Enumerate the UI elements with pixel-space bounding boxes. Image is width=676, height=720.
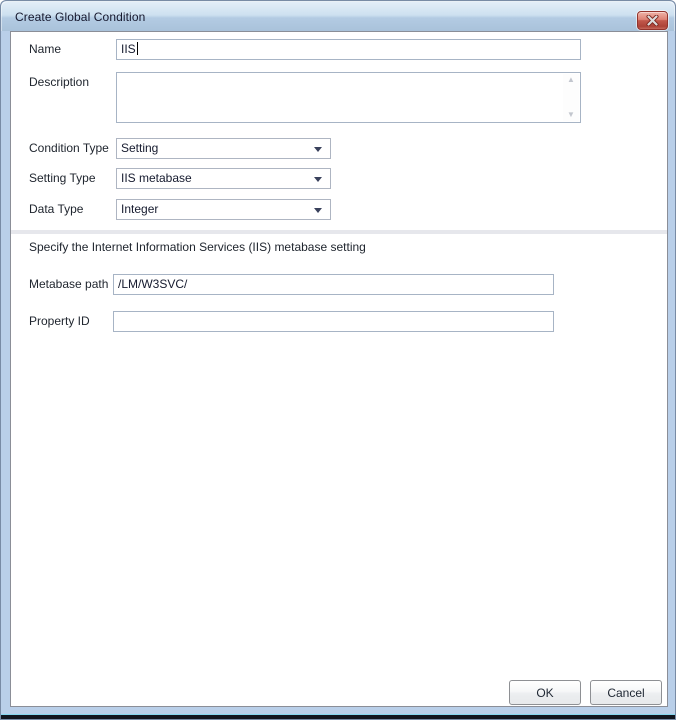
name-input[interactable]: IIS	[116, 39, 581, 60]
close-button[interactable]	[637, 11, 668, 30]
close-icon	[646, 15, 659, 26]
data-type-value: Integer	[121, 202, 158, 216]
setting-type-dropdown[interactable]: IIS metabase	[116, 168, 331, 189]
chevron-down-icon	[314, 147, 322, 152]
cancel-button[interactable]: Cancel	[590, 680, 662, 705]
property-id-input[interactable]	[113, 311, 554, 332]
titlebar[interactable]: Create Global Condition	[1, 1, 675, 31]
description-label: Description	[29, 72, 89, 93]
scroll-down-icon[interactable]: ▼	[567, 111, 575, 119]
chevron-down-icon	[314, 208, 322, 213]
data-type-dropdown[interactable]: Integer	[116, 199, 331, 220]
create-global-condition-dialog: Create Global Condition Name IIS Descrip…	[0, 0, 676, 720]
metabase-path-label: Metabase path	[29, 274, 108, 295]
property-id-label: Property ID	[29, 311, 90, 332]
setting-type-label: Setting Type	[29, 168, 96, 189]
name-input-value: IIS	[121, 42, 136, 56]
window-bottom-edge	[1, 714, 675, 719]
condition-type-value: Setting	[121, 141, 158, 155]
condition-type-label: Condition Type	[29, 138, 109, 159]
data-type-label: Data Type	[29, 199, 83, 220]
metabase-path-input[interactable]: /LM/W3SVC/	[113, 274, 554, 295]
metabase-path-value: /LM/W3SVC/	[118, 277, 187, 291]
ok-button[interactable]: OK	[509, 680, 581, 705]
text-caret	[137, 42, 138, 55]
description-input[interactable]: ▲ ▼	[116, 72, 581, 123]
section-divider	[11, 230, 667, 234]
dialog-body: Name IIS Description ▲ ▼ Condition Type …	[10, 31, 668, 707]
window-title: Create Global Condition	[15, 2, 145, 32]
condition-type-dropdown[interactable]: Setting	[116, 138, 331, 159]
metabase-section-heading: Specify the Internet Information Service…	[29, 240, 366, 254]
scroll-up-icon[interactable]: ▲	[567, 76, 575, 84]
name-label: Name	[29, 39, 61, 60]
chevron-down-icon	[314, 177, 322, 182]
setting-type-value: IIS metabase	[121, 171, 192, 185]
description-scrollbar[interactable]: ▲ ▼	[563, 74, 579, 121]
